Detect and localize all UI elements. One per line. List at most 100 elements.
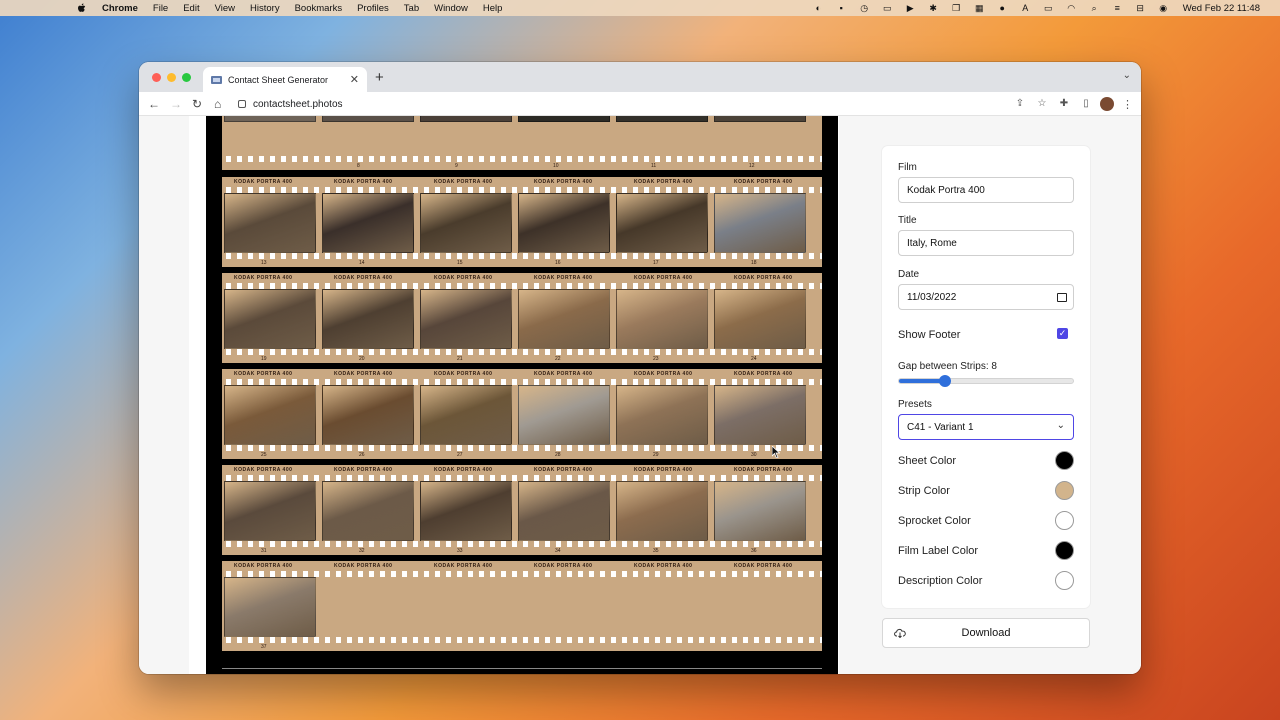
gap-slider-thumb[interactable] <box>939 375 952 387</box>
menu-profiles[interactable]: Profiles <box>357 3 389 14</box>
photo-frame <box>714 481 806 541</box>
film-label-color-label: Film Label Color <box>898 545 979 557</box>
window-close-button[interactable] <box>152 73 161 82</box>
compass-icon[interactable]: ◐ <box>813 3 824 13</box>
side-panel-icon[interactable]: ▯ <box>1078 96 1094 112</box>
photo-frame <box>518 385 610 445</box>
forward-icon[interactable]: → <box>170 97 182 111</box>
control-panel-icon[interactable]: ⊟ <box>1135 3 1146 13</box>
show-footer-checkbox[interactable]: ✓ <box>1057 328 1068 339</box>
date-input[interactable]: 11/03/2022 <box>898 284 1074 310</box>
lock-icon[interactable] <box>238 100 246 108</box>
wifi-icon[interactable]: ◠ <box>1066 3 1077 13</box>
film-input[interactable]: Kodak Portra 400 <box>898 177 1074 203</box>
presets-select[interactable]: C41 - Variant 1 ⌄ <box>898 414 1074 440</box>
profile-avatar[interactable] <box>1100 97 1114 111</box>
contact-sheet: 8 9 10 11 12 KODAK PORTRA 400 KODAK PORTR… <box>206 116 838 674</box>
mouse-cursor-icon <box>772 446 780 458</box>
film-label-color-swatch[interactable] <box>1055 541 1074 560</box>
time-machine-icon[interactable]: ◷ <box>859 3 870 13</box>
title-input[interactable]: Italy, Rome <box>898 230 1074 256</box>
menu-file[interactable]: File <box>153 3 168 14</box>
title-label: Title <box>898 215 917 226</box>
search-icon[interactable]: ⌕ <box>1089 3 1100 13</box>
grid-icon[interactable]: ▦ <box>974 3 985 13</box>
more-menu-icon[interactable]: ⋮ <box>1122 98 1133 111</box>
battery-icon[interactable]: ▭ <box>1043 3 1054 13</box>
description-color-swatch[interactable] <box>1055 571 1074 590</box>
frame-number: 34 <box>555 548 561 554</box>
sprocket-color-swatch[interactable] <box>1055 511 1074 530</box>
record-icon[interactable]: ● <box>997 3 1008 13</box>
description-color-row: Description Color <box>898 571 1074 591</box>
sprocket-color-row: Sprocket Color <box>898 511 1074 531</box>
photo-frame <box>420 116 512 122</box>
frame-number: 37 <box>261 644 267 650</box>
drive-icon[interactable]: ▪ <box>836 3 847 13</box>
reload-icon[interactable]: ↻ <box>192 97 202 111</box>
film-edge-label-text: KODAK PORTRA 400 <box>534 467 593 473</box>
frame-number: 33 <box>457 548 463 554</box>
play-icon[interactable]: ▶ <box>905 3 916 13</box>
bluetooth-icon[interactable]: ✱ <box>928 3 939 13</box>
menu-view[interactable]: View <box>215 3 235 14</box>
presets-label: Presets <box>898 399 932 410</box>
menu-edit[interactable]: Edit <box>183 3 199 14</box>
film-edge-label-text: KODAK PORTRA 400 <box>734 179 793 185</box>
display-icon[interactable]: ▭ <box>882 3 893 13</box>
strip-color-row: Strip Color <box>898 481 1074 501</box>
calendar-icon[interactable] <box>1057 293 1067 302</box>
back-icon[interactable]: ← <box>148 97 160 111</box>
menu-window[interactable]: Window <box>434 3 468 14</box>
menu-history[interactable]: History <box>250 3 280 14</box>
photo-frame <box>224 193 316 253</box>
film-strip: KODAK PORTRA 400 KODAK PORTRA 400 KODAK PO… <box>222 273 822 363</box>
show-footer-label: Show Footer <box>898 329 961 341</box>
new-tab-icon[interactable]: + <box>375 69 384 86</box>
gap-slider[interactable] <box>898 375 1074 387</box>
keyboard-layout-icon[interactable]: A <box>1020 3 1031 13</box>
menu-tab[interactable]: Tab <box>404 3 419 14</box>
frame-number: 35 <box>653 548 659 554</box>
frame-number: 22 <box>555 356 561 362</box>
tab-contact-sheet[interactable]: Contact Sheet Generator ✕ <box>203 67 367 92</box>
menu-clock[interactable]: Wed Feb 22 11:48 <box>1183 3 1260 14</box>
frame-number: 36 <box>751 548 757 554</box>
sheet-color-swatch[interactable] <box>1055 451 1074 470</box>
share-icon[interactable]: ⇪ <box>1012 96 1028 112</box>
film-edge-label: KODAK PORTRA 400 KODAK PORTRA 400 KODAK PO… <box>222 179 822 187</box>
sprocket-holes <box>222 156 822 162</box>
film-edge-label-text: KODAK PORTRA 400 <box>234 179 293 185</box>
menu-app-name[interactable]: Chrome <box>102 3 138 14</box>
frame-number: 16 <box>555 260 561 266</box>
window-zoom-button[interactable] <box>182 73 191 82</box>
address-bar[interactable]: contactsheet.photos <box>238 95 998 113</box>
home-icon[interactable]: ⌂ <box>214 97 221 111</box>
siri-icon[interactable]: ◉ <box>1158 3 1169 13</box>
film-edge-label-text: KODAK PORTRA 400 <box>334 563 393 569</box>
photo-frame <box>322 481 414 541</box>
window-minimize-button[interactable] <box>167 73 176 82</box>
download-button[interactable]: Download <box>882 618 1090 648</box>
strip-color-swatch[interactable] <box>1055 481 1074 500</box>
photo-frame <box>518 289 610 349</box>
photo-frame <box>714 289 806 349</box>
menu-bookmarks[interactable]: Bookmarks <box>295 3 343 14</box>
windows-icon[interactable]: ❐ <box>951 3 962 13</box>
frame-number: 8 <box>357 163 360 169</box>
control-center-icon[interactable]: ≡ <box>1112 3 1123 13</box>
browser-toolbar: ← → ↻ ⌂ contactsheet.photos ⇪ ☆ ✚ ▯ ⋮ <box>139 92 1141 116</box>
tab-search-chevron-icon[interactable]: ⌄ <box>1123 70 1131 81</box>
bookmark-star-icon[interactable]: ☆ <box>1034 96 1050 112</box>
film-edge-label-text: KODAK PORTRA 400 <box>534 179 593 185</box>
tab-close-icon[interactable]: ✕ <box>350 73 359 86</box>
frame-number: 10 <box>553 163 559 169</box>
film-edge-label-text: KODAK PORTRA 400 <box>434 371 493 377</box>
film-edge-label: KODAK PORTRA 400 KODAK PORTRA 400 KODAK PO… <box>222 467 822 475</box>
photo-frame <box>616 385 708 445</box>
apple-icon[interactable] <box>76 2 88 14</box>
extensions-puzzle-icon[interactable]: ✚ <box>1056 96 1072 112</box>
photo-frame <box>616 116 708 122</box>
status-tray: ◐ ▪ ◷ ▭ ▶ ✱ ❐ ▦ ● A ▭ ◠ ⌕ ≡ ⊟ ◉ Wed Feb … <box>813 0 1260 16</box>
menu-help[interactable]: Help <box>483 3 503 14</box>
